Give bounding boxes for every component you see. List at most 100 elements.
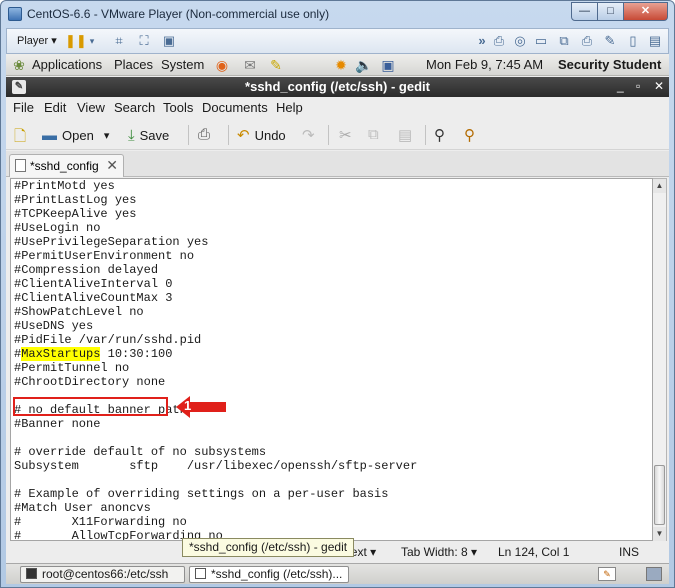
user-name[interactable]: Security Student [558, 57, 661, 72]
vmware-title: CentOS-6.6 - VMware Player (Non-commerci… [27, 7, 330, 21]
paste-icon[interactable]: ▤ [398, 126, 412, 144]
gnome-foot-icon: ❀ [13, 57, 25, 73]
code-line: #ClientAliveInterval 0 [14, 277, 173, 291]
gedit-maximize-icon[interactable]: ▫ [636, 79, 640, 93]
sound-device-icon[interactable]: ✎ [603, 34, 617, 48]
code-line: #Compression delayed [14, 263, 159, 277]
gedit-toolbar: 🗋 ▬ Open ▾ ⤓ Save ⎙ ↶ Undo ↷ ✂ ⧉ ▤ ⚲ ⚲ [6, 120, 669, 150]
find-icon[interactable]: ⚲ [434, 126, 445, 144]
menu-file[interactable]: File [13, 100, 34, 115]
menu-tools[interactable]: Tools [163, 100, 193, 115]
tab-sshd-config[interactable]: *sshd_config ✕ [9, 154, 124, 177]
usb-device-icon[interactable]: ⎙ [580, 34, 594, 48]
system-menu[interactable]: System [161, 57, 204, 72]
gedit-titlebar: ✎ *sshd_config (/etc/ssh) - gedit _ ▫ ✕ [6, 77, 669, 97]
code-line: Subsystem sftp /usr/libexec/openssh/sftp… [14, 459, 418, 473]
player-menu-button[interactable]: Player ▾ [11, 32, 63, 51]
floppy-device-icon[interactable]: ▭ [534, 34, 548, 48]
close-tab-icon[interactable]: ✕ [106, 157, 118, 174]
menu-documents[interactable]: Documents [202, 100, 268, 115]
taskbar-terminal[interactable]: root@centos66:/etc/ssh [20, 566, 185, 583]
folder-icon: ▬ [42, 126, 57, 144]
gedit-minimize-icon[interactable]: _ [617, 79, 624, 93]
toolbar-divider [328, 125, 329, 145]
save-label: Save [139, 127, 170, 143]
notes-icon[interactable]: ✎ [268, 57, 284, 73]
undo-button[interactable]: ↶ Undo [237, 125, 286, 145]
undo-label: Undo [254, 127, 286, 143]
firefox-icon[interactable]: ◉ [214, 57, 230, 73]
hard-disk-icon[interactable]: ▯ [626, 34, 640, 48]
vmware-titlebar: CentOS-6.6 - VMware Player (Non-commerci… [1, 1, 674, 27]
code-line: #UsePrivilegeSeparation yes [14, 235, 209, 249]
chevron-down-icon: ▾ [370, 545, 377, 559]
fullscreen-icon[interactable]: ⛶ [137, 34, 151, 48]
close-button[interactable]: ✕ [623, 2, 668, 21]
gnome-bottom-panel: root@centos66:/etc/ssh *sshd_config (/et… [6, 563, 669, 584]
code-line: #Match User anoncvs [14, 501, 151, 515]
find-replace-icon[interactable]: ⚲ [464, 126, 475, 144]
print-icon[interactable]: ⎙ [198, 126, 210, 143]
open-button[interactable]: ▬ Open ▾ [42, 125, 109, 145]
minimize-button[interactable]: — [571, 2, 598, 21]
workspace-switcher[interactable] [646, 567, 662, 581]
code-line: #ShowPatchLevel no [14, 305, 144, 319]
printer-device-icon[interactable]: ⎙ [492, 34, 506, 48]
menubar: File Edit View Search Tools Documents He… [6, 97, 669, 119]
network-icon[interactable]: ⌗ [112, 34, 126, 48]
code-line: # X11Forwarding no [14, 515, 187, 529]
save-button[interactable]: ⤓ Save [128, 125, 169, 145]
volume-icon[interactable]: 🔈 [355, 57, 372, 73]
menu-view[interactable]: View [77, 100, 105, 115]
text-editor[interactable]: #PrintMotd yes #PrintLastLog yes #TCPKee… [10, 178, 653, 541]
menu-search[interactable]: Search [114, 100, 155, 115]
scroll-up-icon[interactable]: ▲ [653, 179, 666, 193]
mail-icon[interactable]: ✉ [242, 57, 258, 73]
scrollbar-thumb[interactable] [654, 465, 665, 525]
vmware-app-icon [8, 7, 22, 21]
vmware-window: CentOS-6.6 - VMware Player (Non-commerci… [0, 0, 675, 588]
maximize-button[interactable]: □ [597, 2, 624, 21]
code-line: #UseDNS yes [14, 319, 94, 333]
code-line: # override default of no subsystems [14, 445, 267, 459]
taskbar-gedit[interactable]: *sshd_config (/etc/ssh)... [189, 566, 349, 583]
vertical-scrollbar[interactable]: ▲ ▼ [653, 178, 667, 541]
more-devices-icon[interactable]: » [475, 34, 489, 48]
scroll-down-icon[interactable]: ▼ [653, 527, 666, 541]
unity-icon[interactable]: ▣ [162, 34, 176, 48]
taskbar-gedit-label: *sshd_config (/etc/ssh)... [211, 567, 343, 581]
toolbar-divider [425, 125, 426, 145]
code-line: #ClientAliveCountMax 3 [14, 291, 173, 305]
pause-icon[interactable]: ❚❚ [65, 34, 87, 48]
insert-mode: INS [619, 545, 640, 559]
clock[interactable]: Mon Feb 9, 7:45 AM [426, 57, 543, 72]
menu-edit[interactable]: Edit [44, 100, 66, 115]
taskbar-tooltip: *sshd_config (/etc/ssh) - gedit [182, 538, 355, 557]
guest-desktop: ❀ Applications Places System ◉ ✉ ✎ ✹ 🔈 ▣… [6, 54, 669, 584]
cd-drive-icon[interactable]: ◎ [513, 34, 527, 48]
network-adapter-icon[interactable]: ⧉ [557, 34, 571, 48]
update-icon[interactable]: ✹ [333, 57, 349, 73]
applications-menu[interactable]: Applications [32, 57, 102, 72]
redo-icon[interactable]: ↷ [302, 126, 315, 144]
code-line: #ChrootDirectory none [14, 375, 166, 389]
menu-help[interactable]: Help [276, 100, 303, 115]
line-suffix: 10:30:100 [100, 347, 173, 361]
gnome-top-panel: ❀ Applications Places System ◉ ✉ ✎ ✹ 🔈 ▣… [6, 54, 669, 76]
chevron-down-icon[interactable]: ▾ [85, 34, 99, 48]
new-document-icon[interactable]: 🗋 [14, 126, 26, 151]
notes-applet-icon[interactable]: ✎ [598, 567, 616, 581]
cut-icon[interactable]: ✂ [339, 126, 352, 144]
network-status-icon[interactable]: ▣ [380, 57, 396, 73]
gedit-window-title: *sshd_config (/etc/ssh) - gedit [245, 79, 430, 94]
taskbar-terminal-label: root@centos66:/etc/ssh [42, 567, 169, 581]
places-menu[interactable]: Places [114, 57, 153, 72]
code-line: #PrintMotd yes [14, 179, 115, 193]
tab-width-selector[interactable]: Tab Width: 8 ▾ [401, 545, 477, 559]
gedit-close-icon[interactable]: ✕ [654, 79, 664, 93]
toolbar-divider [188, 125, 189, 145]
search-highlight: MaxStartups [21, 347, 101, 361]
copy-icon[interactable]: ⧉ [368, 126, 379, 143]
message-log-icon[interactable]: ▤ [648, 34, 662, 48]
code-line-maxstartups: #MaxStartups 10:30:100 [14, 347, 172, 361]
